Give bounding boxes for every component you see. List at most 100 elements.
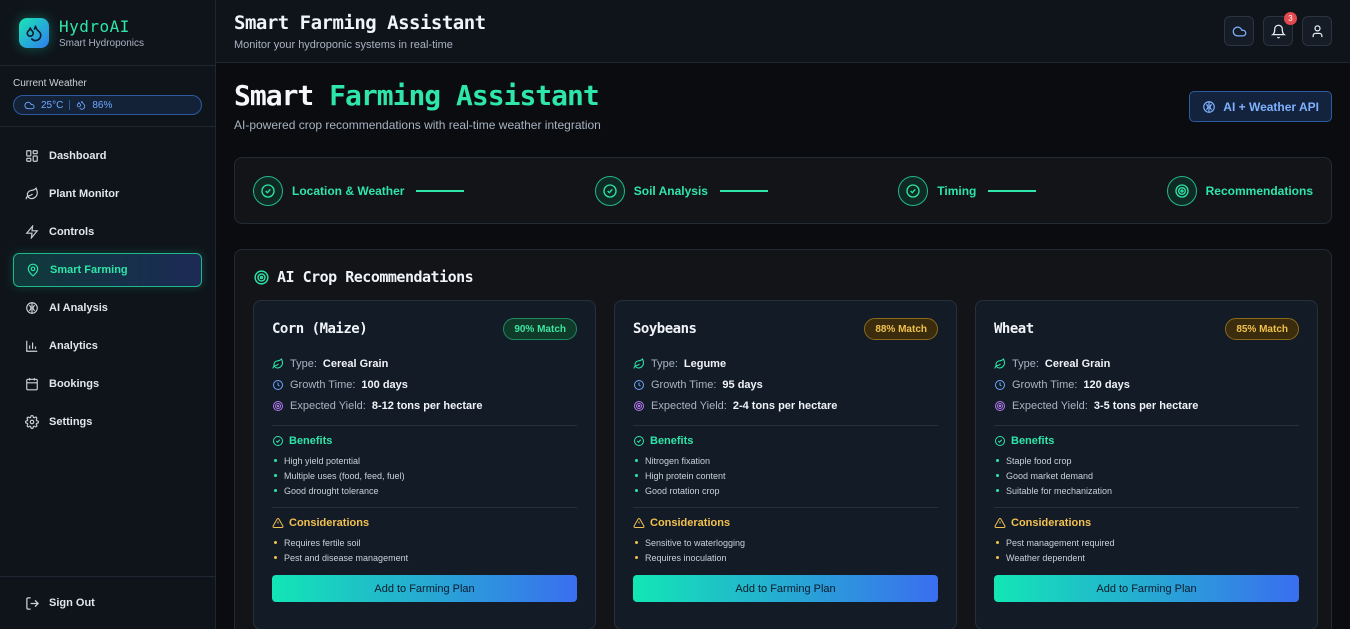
yield-label: Expected Yield: (651, 399, 727, 412)
bar-chart-icon (26, 340, 38, 352)
considerations-heading: Considerations (633, 517, 938, 529)
sidebar-item-label: Controls (49, 226, 95, 238)
list-item-text: Pest and disease management (284, 552, 409, 563)
benefits-label: Benefits (289, 435, 333, 447)
target-icon (634, 400, 644, 411)
list-item: Requires fertile soil (272, 535, 577, 550)
benefits-label: Benefits (650, 435, 694, 447)
list-item-text: Nitrogen fixation (645, 455, 711, 466)
brain-icon (1203, 100, 1216, 113)
warning-triangle-icon (633, 518, 645, 529)
list-item-text: Good rotation crop (645, 485, 720, 496)
list-item: Nitrogen fixation (633, 453, 938, 468)
sidebar-item-label: Plant Monitor (49, 188, 120, 200)
sidebar-item-bookings[interactable]: Bookings (13, 367, 202, 401)
list-item: Pest and disease management (272, 550, 577, 565)
yield-row: Expected Yield: 3-5 tons per hectare (994, 395, 1299, 416)
benefits-heading: Benefits (272, 435, 577, 447)
target-icon (254, 269, 269, 285)
sign-out-label: Sign Out (49, 597, 95, 609)
crop-card: Corn (Maize) 90% Match Type: Cereal Grai… (253, 300, 596, 629)
type-value: Cereal Grain (322, 357, 389, 370)
list-item: Sensitive to waterlogging (633, 535, 938, 550)
weather-button[interactable] (1224, 16, 1254, 46)
sidebar-item-dashboard[interactable]: Dashboard (13, 139, 202, 173)
add-to-farming-plan-button[interactable]: Add to Farming Plan (633, 575, 938, 602)
ai-weather-api-button[interactable]: AI + Weather API (1189, 91, 1332, 122)
growth-label: Growth Time: (1012, 378, 1078, 391)
list-item: Staple food crop (994, 453, 1299, 468)
sidebar-item-controls[interactable]: Controls (13, 215, 202, 249)
hero-title-part1: Smart (234, 79, 314, 112)
brand-subtitle: Smart Hydroponics (59, 37, 145, 49)
growth-time-row: Growth Time: 95 days (633, 374, 938, 395)
notification-badge: 3 (1284, 12, 1297, 25)
list-item-text: Weather dependent (1006, 552, 1085, 563)
list-item: Good drought tolerance (272, 483, 577, 498)
top-actions: 3 (1224, 12, 1332, 46)
brand-name: HydroAI (59, 16, 130, 36)
type-value: Cereal Grain (1044, 357, 1111, 370)
considerations-list: Requires fertile soil Pest and disease ma… (272, 535, 577, 565)
considerations-list: Sensitive to waterlogging Requires inocul… (633, 535, 938, 565)
target-icon (273, 400, 283, 411)
divider (994, 507, 1299, 508)
step-soil-analysis[interactable]: Soil Analysis (594, 175, 768, 206)
step-label: Recommendations (1205, 183, 1313, 198)
droplets-icon (77, 101, 86, 110)
yield-label: Expected Yield: (1012, 399, 1088, 412)
step-location-weather[interactable]: Location & Weather (253, 175, 465, 206)
sign-out-button[interactable]: Sign Out (0, 576, 215, 629)
sidebar-item-plant-monitor[interactable]: Plant Monitor (13, 177, 202, 211)
brand[interactable]: HydroAI Smart Hydroponics (0, 0, 215, 66)
bullet-dot (274, 541, 277, 544)
cloud-icon (1232, 26, 1246, 36)
list-item: Suitable for mechanization (994, 483, 1299, 498)
growth-label: Growth Time: (290, 378, 356, 391)
type-label: Type: (290, 357, 317, 370)
weather-pill: 25°C 86% (13, 95, 202, 115)
considerations-heading: Considerations (272, 517, 577, 529)
growth-value: 100 days (361, 378, 408, 391)
list-item-text: Sensitive to waterlogging (645, 537, 746, 548)
user-profile-button[interactable] (1302, 16, 1332, 46)
add-to-farming-plan-button[interactable]: Add to Farming Plan (272, 575, 577, 602)
benefits-heading: Benefits (633, 435, 938, 447)
sidebar-item-label: Bookings (49, 378, 100, 390)
notifications-button[interactable]: 3 (1263, 12, 1297, 46)
divider (633, 425, 938, 426)
crop-attributes: Type: Cereal Grain Growth Time: 120 days… (994, 353, 1299, 416)
step-connector (416, 189, 465, 192)
crop-card: Soybeans 88% Match Type: Legume Growth T… (614, 300, 957, 629)
check-circle-icon (594, 175, 625, 206)
step-label: Soil Analysis (633, 183, 708, 198)
check-circle-icon (995, 436, 1005, 446)
sidebar-item-settings[interactable]: Settings (13, 405, 202, 439)
user-icon (1312, 24, 1322, 37)
list-item-text: Pest management required (1006, 537, 1115, 548)
leaf-icon (994, 357, 1006, 369)
step-recommendations[interactable]: Recommendations (1166, 175, 1313, 206)
sidebar-item-ai-analysis[interactable]: AI Analysis (13, 291, 202, 325)
leaf-icon (25, 187, 38, 200)
type-label: Type: (651, 357, 678, 370)
hero: Smart Farming Assistant AI-powered crop … (234, 79, 1332, 132)
bullet-dot (274, 489, 277, 492)
add-to-farming-plan-button[interactable]: Add to Farming Plan (994, 575, 1299, 602)
list-item: Good market demand (994, 468, 1299, 483)
calendar-icon (26, 378, 38, 391)
page-subtitle: Monitor your hydroponic systems in real-… (234, 38, 453, 51)
step-timing[interactable]: Timing (898, 175, 1037, 206)
api-button-label: AI + Weather API (1223, 99, 1319, 114)
crop-name: Corn (Maize) (272, 321, 368, 337)
yield-label: Expected Yield: (290, 399, 366, 412)
sidebar-item-smart-farming[interactable]: Smart Farming (13, 253, 202, 287)
brain-icon (26, 302, 38, 314)
sidebar-item-analytics[interactable]: Analytics (13, 329, 202, 363)
list-item: Pest management required (994, 535, 1299, 550)
divider (994, 425, 1299, 426)
list-item: Requires inoculation (633, 550, 938, 565)
sidebar-item-label: Dashboard (49, 150, 107, 162)
leaf-icon (633, 357, 645, 369)
warning-triangle-icon (272, 518, 284, 529)
